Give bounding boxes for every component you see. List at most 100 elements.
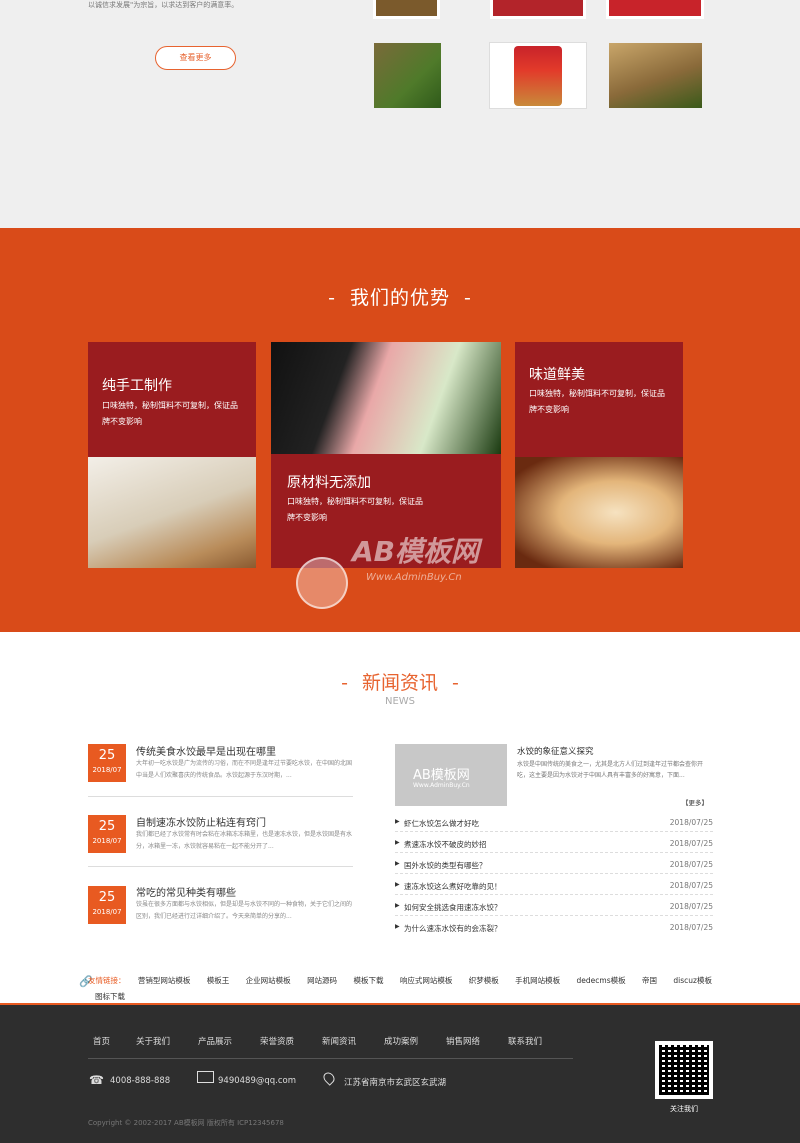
news-list-date: 2018/07/25 xyxy=(669,860,713,869)
card-text: 口味独特，秘制饵料不可复制，保证品牌不变影响 xyxy=(529,389,665,414)
product-thumb-3[interactable] xyxy=(606,0,704,19)
news-item-title[interactable]: 传统美食水饺最早是出现在哪里 xyxy=(136,743,276,758)
news-list-title: 速冻水饺这么煮好吃靠的见！ xyxy=(404,882,502,891)
advantage-image-dumplings xyxy=(515,457,683,568)
news-list-title: 煮速冻水饺不破皮的妙招 xyxy=(404,840,487,849)
card-text: 口味独特，秘制饵料不可复制，保证品牌不变影响 xyxy=(102,401,238,426)
intro-text: 以诚信求发展"为宗旨，以求达到客户的满意率。 xyxy=(88,1,239,9)
friend-link[interactable]: discuz模板 xyxy=(673,973,712,989)
watermark-text: AB模板网 xyxy=(352,535,480,568)
arrow-icon: ▶ xyxy=(395,923,400,930)
news-list-title: 虾仁水饺怎么做才好吃 xyxy=(404,819,479,828)
footer-copyright: Copyright © 2002-2017 AB模板网 版权所有 ICP1234… xyxy=(88,1119,284,1127)
footer-nav-cases[interactable]: 成功案例 xyxy=(384,1035,418,1047)
divider xyxy=(88,796,353,797)
product-thumb-1[interactable] xyxy=(373,0,440,19)
arrow-icon: ▶ xyxy=(395,881,400,888)
news-list-title: 国外水饺的类型有哪些？ xyxy=(404,861,487,870)
watermark-url: Www.AdminBuy.Cn xyxy=(366,572,462,583)
product-thumb-6[interactable] xyxy=(609,43,702,108)
card-text: 口味独特，秘制饵料不可复制，保证品牌不变影响 xyxy=(287,497,423,522)
footer-phone: 4008-888-888 xyxy=(110,1076,171,1086)
date-month: 2018/07 xyxy=(92,766,122,774)
card-heading: 味道鲜美 xyxy=(529,367,585,383)
arrow-icon: ▶ xyxy=(395,839,400,846)
news-list-date: 2018/07/25 xyxy=(669,839,713,848)
news-item-title[interactable]: 常吃的常见种类有哪些 xyxy=(136,884,236,899)
friend-link[interactable]: 织梦模板 xyxy=(469,973,499,989)
featured-image-subtext: Www.AdminBuy.Cn xyxy=(413,782,470,789)
footer-divider xyxy=(88,1058,573,1059)
news-list-item[interactable]: ▶ 如何安全挑选食用速冻水饺？ 2018/07/25 xyxy=(395,896,713,916)
footer-nav-contact[interactable]: 联系我们 xyxy=(508,1035,542,1047)
products-section xyxy=(0,0,800,228)
advantages-title: - 我们的优势 - xyxy=(328,287,472,309)
card-heading: 纯手工制作 xyxy=(102,378,172,394)
friend-link[interactable]: 帝国 xyxy=(642,973,657,989)
divider xyxy=(88,866,353,867)
footer-email: 9490489@qq.com xyxy=(218,1076,297,1086)
news-item-desc: 大年初一吃水饺是广为流传的习俗，而在不同是逢年过节要吃水饺，在中国的北国中当是人… xyxy=(136,760,353,779)
news-date-box: 25 2018/07 xyxy=(88,744,126,782)
email-icon xyxy=(197,1071,214,1083)
news-list-item[interactable]: ▶ 速冻水饺这么煮好吃靠的见！ 2018/07/25 xyxy=(395,875,713,895)
friend-link[interactable]: 模板下载 xyxy=(353,973,383,989)
friend-links: 友情链接： 营销型网站模板 模板王 企业网站模板 网站源码 模板下载 响应式网站… xyxy=(88,973,718,1005)
advantage-image-dough xyxy=(88,457,256,568)
news-list-item[interactable]: ▶ 虾仁水饺怎么做才好吃 2018/07/25 xyxy=(395,812,713,832)
friend-link[interactable]: 手机网站模板 xyxy=(515,973,560,989)
news-list-item[interactable]: ▶ 煮速冻水饺不破皮的妙招 2018/07/25 xyxy=(395,833,713,853)
news-subtitle: NEWS xyxy=(384,696,416,707)
phone-icon: ☎ xyxy=(89,1073,104,1087)
friend-link[interactable]: 模板王 xyxy=(207,973,230,989)
friend-link[interactable]: dedecms模板 xyxy=(577,973,626,989)
news-item-desc: 我们都已经了水饺常有时会粘在冰箱冻冻箱里，也是速冻水饺，但是水饺固是有水分，冰箱… xyxy=(136,831,353,850)
date-month: 2018/07 xyxy=(92,908,122,916)
featured-news-desc: 水饺是中国传统的美食之一，尤其是北方人们过到逢年过节都会查你开吃，这主要是因为水… xyxy=(517,761,704,779)
news-list-date: 2018/07/25 xyxy=(669,818,713,827)
footer-address: 江苏省南京市玄武区玄武湖 xyxy=(344,1078,447,1088)
arrow-icon: ▶ xyxy=(395,902,400,909)
featured-news-image[interactable]: AB模板网 Www.AdminBuy.Cn xyxy=(395,744,507,806)
footer-nav-sales[interactable]: 销售网络 xyxy=(446,1035,480,1047)
footer-nav-honors[interactable]: 荣誉资质 xyxy=(260,1035,294,1047)
product-thumb-2[interactable] xyxy=(490,0,586,19)
news-list-title: 为什么速冻水饺有的会冻裂？ xyxy=(404,924,502,933)
news-list-title: 如何安全挑选食用速冻水饺？ xyxy=(404,903,502,912)
featured-more-link[interactable]: 【更多】 xyxy=(682,797,708,807)
product-thumb-5[interactable] xyxy=(489,42,587,109)
news-date-box: 25 2018/07 xyxy=(88,886,126,924)
friend-link[interactable]: 营销型网站模板 xyxy=(138,973,191,989)
featured-news-title[interactable]: 水饺的象征意义探究 xyxy=(517,745,594,757)
date-day: 25 xyxy=(98,890,116,905)
footer-nav-home[interactable]: 首页 xyxy=(93,1035,110,1047)
footer-nav-products[interactable]: 产品展示 xyxy=(198,1035,232,1047)
footer-nav-about[interactable]: 关于我们 xyxy=(136,1035,170,1047)
news-date-box: 25 2018/07 xyxy=(88,815,126,853)
product-thumb-4[interactable] xyxy=(374,43,441,108)
advantage-image-ingredients xyxy=(271,342,501,454)
news-list-date: 2018/07/25 xyxy=(669,902,713,911)
footer-nav-news[interactable]: 新闻资讯 xyxy=(322,1035,356,1047)
advantage-card-handmade: 纯手工制作 口味独特，秘制饵料不可复制，保证品牌不变影响 xyxy=(88,342,256,457)
news-item-title[interactable]: 自制速冻水饺防止粘连有窍门 xyxy=(136,814,266,829)
news-list-item[interactable]: ▶ 为什么速冻水饺有的会冻裂？ 2018/07/25 xyxy=(395,917,713,937)
date-day: 25 xyxy=(98,748,116,763)
view-more-button[interactable]: 查看更多 xyxy=(155,46,236,70)
qr-code xyxy=(655,1041,713,1099)
featured-image-text: AB模板网 xyxy=(413,768,470,783)
card-heading: 原材料无添加 xyxy=(287,475,371,491)
friend-links-label: 友情链接： xyxy=(88,976,126,985)
date-day: 25 xyxy=(98,819,116,834)
qr-label: 关注我们 xyxy=(670,1105,698,1113)
friend-link[interactable]: 网站源码 xyxy=(307,973,337,989)
news-list-item[interactable]: ▶ 国外水饺的类型有哪些？ 2018/07/25 xyxy=(395,854,713,874)
news-item-desc: 饺虽在很多方面都与水饺相似，但是却是与水饺不同的一种食物，关于它们之间的区别，我… xyxy=(136,901,353,920)
news-title: - 新闻资讯 - xyxy=(341,672,459,694)
friend-link[interactable]: 响应式网站模板 xyxy=(400,973,453,989)
news-list-date: 2018/07/25 xyxy=(669,881,713,890)
friend-link[interactable]: 企业网站模板 xyxy=(246,973,291,989)
date-month: 2018/07 xyxy=(92,837,122,845)
watermark-logo-icon xyxy=(296,557,348,609)
news-list-date: 2018/07/25 xyxy=(669,923,713,932)
